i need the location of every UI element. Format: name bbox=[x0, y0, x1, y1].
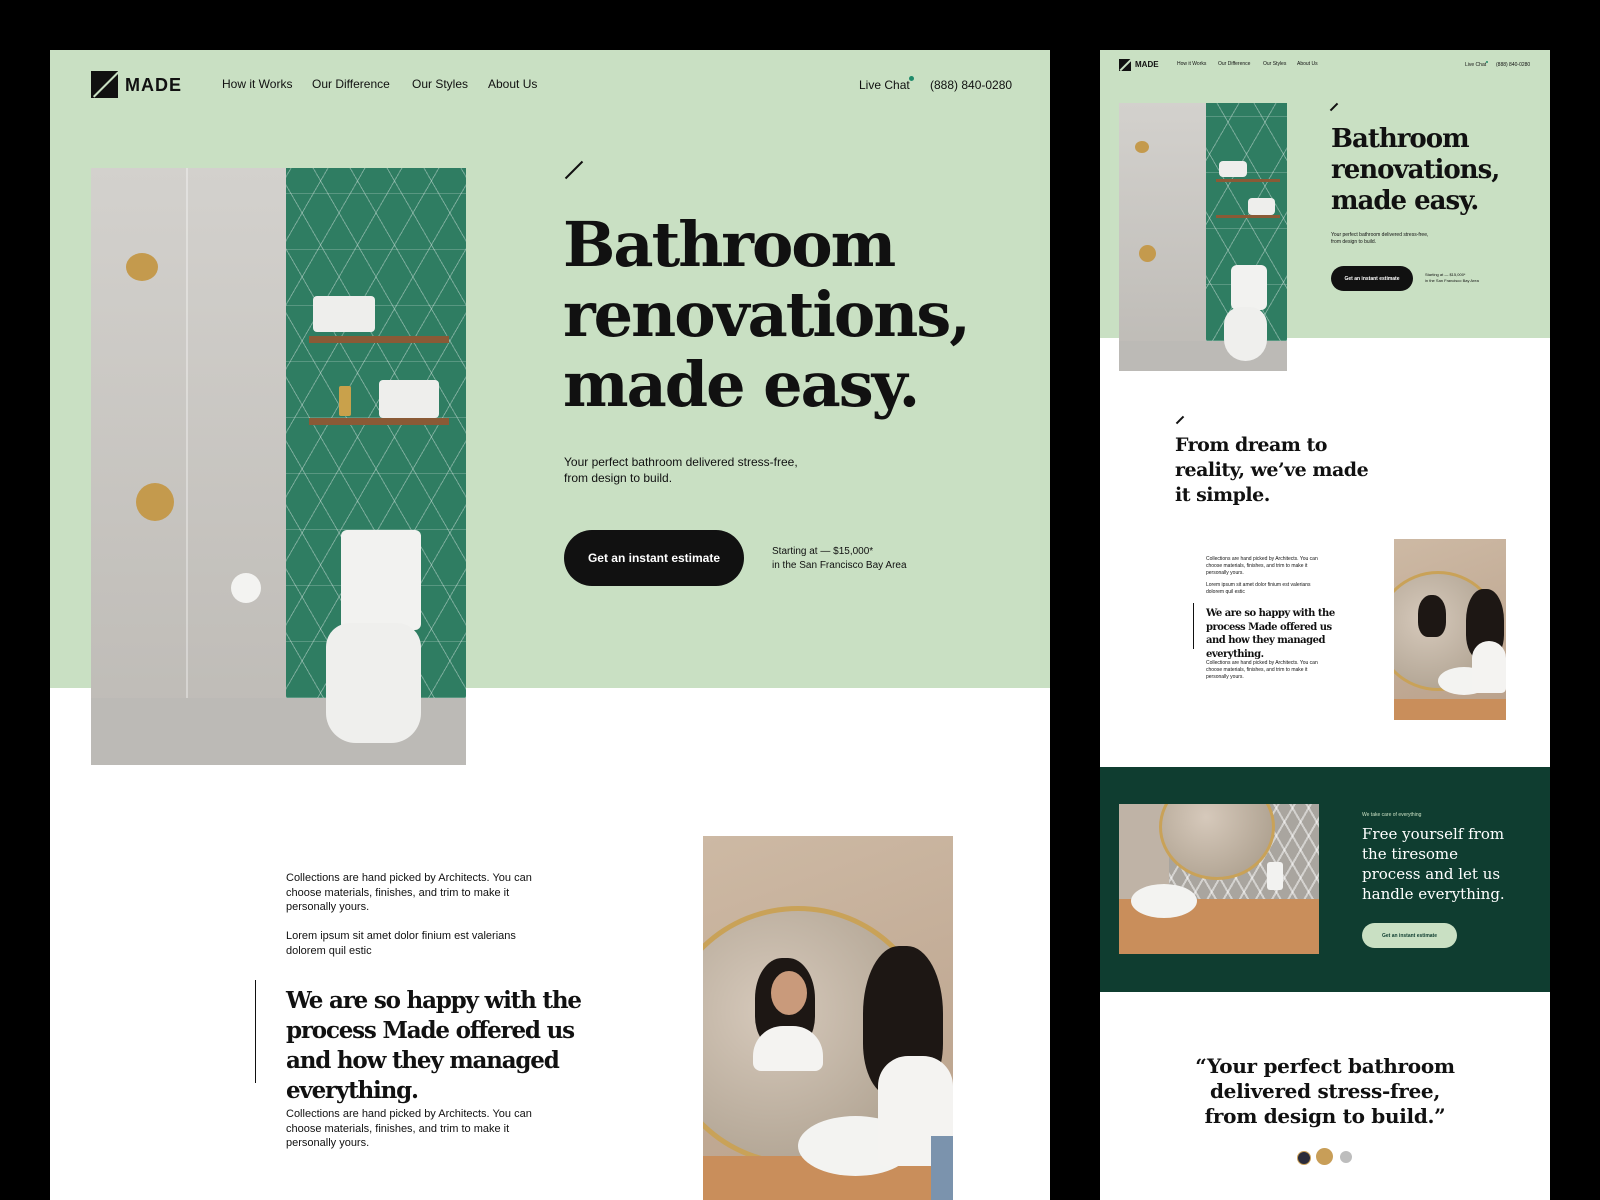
hero-estimate-button[interactable]: Get an instant estimate bbox=[564, 530, 744, 586]
toilet-paper bbox=[231, 573, 261, 603]
hero-headline-line: made easy. bbox=[1331, 186, 1479, 216]
preview-page: MADE How it Works Our Difference Our Sty… bbox=[1100, 50, 1550, 1200]
hero-bathroom-photo bbox=[91, 168, 466, 765]
preview-hero-headline: Bathroom renovations, made easy. bbox=[1331, 124, 1531, 217]
towel-stack-top bbox=[313, 296, 375, 332]
nav-our-styles[interactable]: Our Styles bbox=[412, 77, 468, 91]
preview-phone[interactable]: (888) 840-0280 bbox=[1496, 62, 1530, 69]
collections-paragraph: Collections are hand picked by Architect… bbox=[286, 872, 532, 913]
avatar[interactable] bbox=[1297, 1151, 1311, 1165]
towel-stack-bottom bbox=[379, 380, 439, 418]
grey-shower-wall bbox=[91, 168, 286, 765]
preview-live-chat[interactable]: Live Chat bbox=[1465, 62, 1486, 69]
shelf-bottom bbox=[309, 418, 449, 425]
live-chat-dot-icon bbox=[909, 76, 914, 81]
nav-our-difference[interactable]: Our Difference bbox=[312, 77, 390, 91]
lorem-paragraph: Lorem ipsum sit amet dolor finium est va… bbox=[286, 930, 516, 957]
logo-mark-icon bbox=[1119, 59, 1131, 71]
shelf-bottom bbox=[1216, 215, 1280, 218]
quote-rule bbox=[1193, 603, 1194, 649]
vanity-counter bbox=[1394, 699, 1506, 720]
vanity-photo bbox=[1119, 804, 1319, 954]
grey-shower-wall bbox=[1119, 103, 1206, 371]
vase bbox=[1267, 862, 1283, 890]
nav-how-it-works[interactable]: How it Works bbox=[222, 77, 292, 91]
glass-edge bbox=[186, 168, 188, 765]
nav-about-us[interactable]: About Us bbox=[488, 77, 537, 91]
hero-subtitle: Your perfect bathroom delivered stress-f… bbox=[564, 455, 798, 485]
preview-hero-subtitle: Your perfect bathroom delivered stress-f… bbox=[1331, 232, 1429, 245]
woman-jeans bbox=[931, 1136, 953, 1200]
preview-nav-how-it-works[interactable]: How it Works bbox=[1177, 61, 1206, 68]
soap-bottle bbox=[339, 386, 351, 416]
testimonial-quote: We are so happy with the process Made of… bbox=[1206, 608, 1335, 660]
testimonial-quote: We are so happy with the process Made of… bbox=[286, 987, 582, 1104]
price-location: in the San Francisco Bay Area bbox=[772, 560, 907, 571]
desktop-page: MADE How it Works Our Difference Our Sty… bbox=[50, 50, 1050, 1200]
logo-mark-icon bbox=[91, 71, 118, 98]
hero-headline-line: Bathroom bbox=[563, 208, 896, 281]
towel-stack-bottom bbox=[1248, 198, 1275, 215]
reflection-shirt bbox=[753, 1026, 823, 1071]
preview-logo[interactable]: MADE bbox=[1135, 60, 1159, 69]
preview-estimate-button[interactable]: Get an instant estimate bbox=[1331, 266, 1413, 291]
collections-paragraph: Collections are hand picked by Architect… bbox=[1206, 556, 1318, 576]
collections-paragraph-2: Collections are hand picked by Architect… bbox=[1206, 660, 1318, 680]
preview-couple-photo bbox=[1394, 539, 1506, 720]
hero-headline-line: Bathroom bbox=[1331, 124, 1470, 154]
preview-nav-our-difference[interactable]: Our Difference bbox=[1218, 61, 1250, 68]
vessel-sink bbox=[1131, 884, 1197, 918]
towel-stack-top bbox=[1219, 161, 1247, 177]
toilet-bowl bbox=[326, 623, 421, 743]
hero-headline-line: renovations, bbox=[1331, 155, 1500, 185]
preview-nav-about-us[interactable]: About Us bbox=[1297, 61, 1318, 68]
preview-nav-our-styles[interactable]: Our Styles bbox=[1263, 61, 1286, 68]
live-chat-dot-icon bbox=[1486, 61, 1488, 63]
shower-valve bbox=[136, 483, 174, 521]
dark-section-eyebrow: We take care of everything bbox=[1362, 812, 1422, 818]
featured-quote: “Your perfect bathroom delivered stress-… bbox=[1195, 1054, 1455, 1128]
avatar[interactable] bbox=[1340, 1151, 1352, 1163]
shower-head bbox=[1135, 141, 1149, 153]
hero-headline-line: made easy. bbox=[563, 348, 920, 421]
shower-head bbox=[126, 253, 158, 281]
price-info: Starting at — $15,000* in the San Franci… bbox=[772, 545, 907, 573]
toilet-bowl bbox=[1224, 307, 1267, 361]
avatar[interactable] bbox=[1316, 1148, 1333, 1165]
preview-price-info: Starting at — $15,000* in the San Franci… bbox=[1425, 272, 1479, 284]
couple-mirror-photo bbox=[703, 836, 953, 1200]
preview-bathroom-photo bbox=[1119, 103, 1287, 371]
reflection-face bbox=[771, 971, 807, 1015]
logo[interactable]: MADE bbox=[91, 71, 181, 99]
dark-section-estimate-button[interactable]: Get an instant estimate bbox=[1362, 923, 1457, 948]
shelf-top bbox=[1216, 179, 1280, 182]
toilet-tank bbox=[341, 530, 421, 630]
dark-section-heading: Free yourself from the tiresome process … bbox=[1362, 825, 1505, 903]
price-location: in the San Francisco Bay Area bbox=[1425, 278, 1479, 283]
reflection-hair bbox=[1418, 595, 1446, 637]
quote-rule bbox=[255, 980, 256, 1083]
lorem-paragraph: Lorem ipsum sit amet dolor finium est va… bbox=[1206, 582, 1311, 595]
shower-valve bbox=[1139, 245, 1156, 262]
toilet-tank bbox=[1231, 265, 1267, 310]
woman-shirt bbox=[1472, 641, 1506, 693]
slash-accent-icon bbox=[1175, 415, 1185, 425]
shelf-top bbox=[309, 336, 449, 343]
live-chat-link[interactable]: Live Chat bbox=[859, 78, 910, 92]
collections-paragraph-2: Collections are hand picked by Architect… bbox=[286, 1108, 532, 1149]
section-heading: From dream to reality, we’ve made it sim… bbox=[1175, 434, 1369, 506]
price-line: Starting at — $15,000* bbox=[772, 546, 874, 557]
phone-link[interactable]: (888) 840-0280 bbox=[930, 78, 1012, 92]
hero-headline: Bathroom renovations, made easy. bbox=[563, 210, 1003, 420]
hero-headline-line: renovations, bbox=[563, 278, 971, 351]
logo-wordmark: MADE bbox=[125, 75, 182, 95]
